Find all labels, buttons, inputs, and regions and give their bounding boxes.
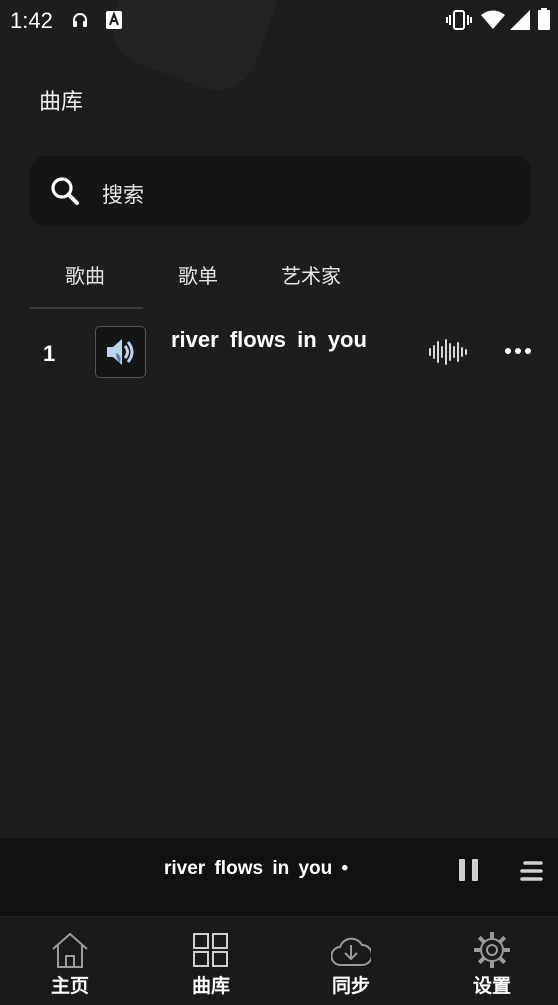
- status-time: 1:42: [10, 8, 53, 33]
- cloud-download-icon: [331, 937, 371, 967]
- nav-label-library: 曲库: [191, 975, 230, 997]
- home-icon: [52, 932, 88, 968]
- battery-icon: [538, 8, 550, 30]
- tab-playlists[interactable]: 歌单: [178, 260, 218, 289]
- nav-item-home[interactable]: 主页: [10, 917, 130, 1005]
- nav-item-library[interactable]: 曲库: [151, 917, 271, 1005]
- tab-indicator: [30, 307, 143, 309]
- more-options-icon[interactable]: [504, 345, 532, 357]
- font-a-icon: [106, 11, 122, 29]
- nav-label-home: 主页: [50, 975, 89, 997]
- song-title: river flows in you: [171, 327, 367, 352]
- gear-icon: [474, 932, 510, 968]
- nav-label-sync: 同步: [331, 975, 370, 997]
- page-title: 曲库: [39, 90, 84, 115]
- queue-list-icon[interactable]: [520, 860, 544, 882]
- bottom-nav: 主页 曲库 同步 设置: [0, 916, 558, 1005]
- nav-item-sync[interactable]: 同步: [291, 917, 411, 1005]
- song-index: 1: [43, 341, 56, 366]
- search-icon: [51, 177, 79, 205]
- search-bar[interactable]: 搜索: [30, 156, 531, 226]
- library-grid-icon: [193, 933, 228, 967]
- headphones-icon: [73, 13, 87, 27]
- mini-player[interactable]: river flows in you •: [0, 838, 558, 916]
- cell-signal-icon: [510, 10, 530, 30]
- song-cover: [95, 326, 146, 378]
- pause-icon[interactable]: [458, 858, 480, 882]
- tab-artists[interactable]: 艺术家: [281, 260, 341, 289]
- search-input[interactable]: 搜索: [102, 179, 144, 209]
- status-bar: 1:42: [0, 0, 558, 40]
- nav-item-settings[interactable]: 设置: [432, 917, 552, 1005]
- tab-songs[interactable]: 歌曲: [65, 260, 105, 289]
- wifi-icon: [481, 10, 505, 29]
- mini-player-title: river flows in you •: [164, 858, 349, 879]
- vibrate-icon: [446, 10, 472, 30]
- speaker-icon: [107, 339, 134, 365]
- nav-label-settings: 设置: [472, 975, 511, 997]
- audio-wave-icon[interactable]: [428, 338, 468, 366]
